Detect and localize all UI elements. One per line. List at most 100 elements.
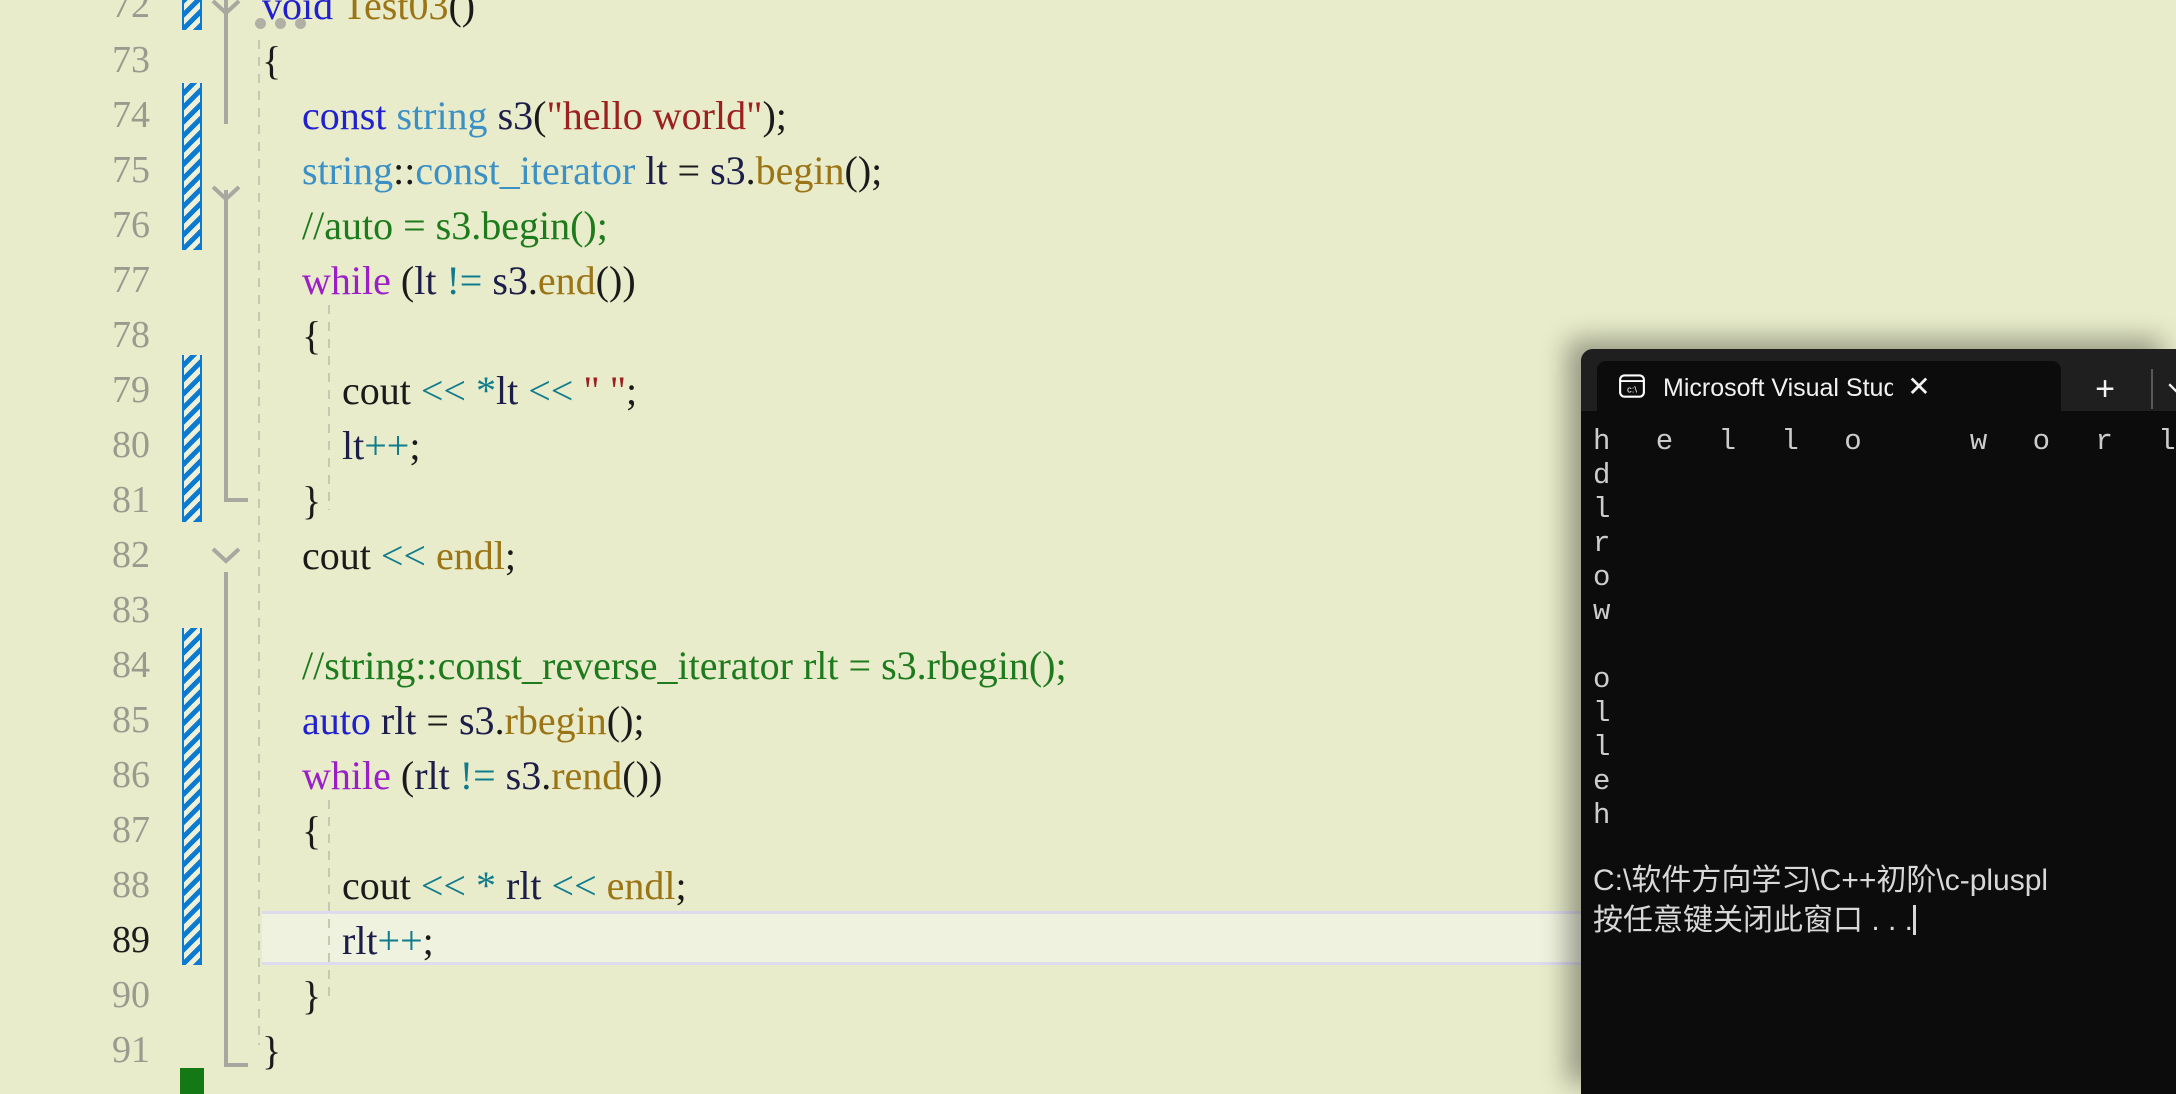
terminal-output-line: o: [1593, 663, 1625, 696]
code-text[interactable]: {: [262, 33, 281, 88]
token-id: rlt: [414, 753, 460, 798]
terminal-output-line: o: [1593, 561, 1625, 594]
line-number-87: 87: [112, 809, 150, 851]
token-id: s3: [482, 258, 528, 303]
code-line-72[interactable]: 72 void Test03(): [0, 0, 2176, 33]
token-pl: ()): [622, 753, 663, 798]
terminal-tab[interactable]: c:\ Microsoft Visual Studio 调试控 ✕: [1597, 361, 2061, 411]
token-op: <<: [420, 863, 466, 908]
code-text[interactable]: }: [262, 473, 321, 528]
token-fn: end: [537, 258, 596, 303]
terminal-output-line: l: [1593, 697, 1625, 730]
token-op: <<: [380, 533, 426, 578]
token-type: const_iterator: [415, 148, 636, 193]
code-text[interactable]: cout << endl;: [262, 528, 516, 583]
token-id: lt: [635, 148, 678, 193]
token-op: !=: [459, 753, 496, 798]
code-line-77[interactable]: 77 while (lt != s3.end()): [0, 253, 2176, 308]
token-op: *: [476, 368, 496, 413]
code-text[interactable]: cout << *lt << " ";: [262, 363, 637, 418]
close-icon[interactable]: ✕: [1899, 366, 1939, 406]
token-pl: }: [262, 973, 322, 1018]
token-op: ++: [364, 423, 410, 468]
terminal-output-line: d: [1593, 459, 1625, 492]
token-pl: (: [390, 258, 415, 303]
line-number-78: 78: [112, 314, 150, 356]
code-text[interactable]: lt++;: [262, 418, 420, 473]
code-line-73[interactable]: 73 {: [0, 33, 2176, 88]
token-id: lt: [496, 368, 519, 413]
line-number-76: 76: [112, 204, 150, 246]
console-icon: c:\: [1617, 371, 1647, 401]
token-kw2: while: [302, 258, 391, 303]
token-id: rlt: [342, 918, 378, 963]
code-text[interactable]: //auto = s3.begin();: [262, 198, 608, 253]
code-text[interactable]: }: [262, 1023, 281, 1078]
token-pl: =: [426, 698, 449, 743]
code-text[interactable]: string::const_iterator lt = s3.begin();: [262, 143, 882, 198]
token-pl: cout: [342, 368, 411, 413]
token-cmt: //auto = s3.begin();: [262, 203, 608, 248]
line-number-91: 91: [112, 1029, 150, 1071]
code-text[interactable]: rlt++;: [262, 913, 434, 968]
terminal-window[interactable]: c:\ Microsoft Visual Studio 调试控 ✕ + h e …: [1581, 349, 2176, 1094]
line-number-72: 72: [112, 0, 150, 26]
code-line-76[interactable]: 76 //auto = s3.begin();: [0, 198, 2176, 253]
code-text[interactable]: }: [262, 968, 321, 1023]
terminal-output-line: l: [1593, 493, 1625, 526]
token-pl: {: [262, 313, 322, 358]
code-text[interactable]: {: [262, 308, 321, 363]
token-type: string: [302, 148, 394, 193]
line-number-83: 83: [112, 589, 150, 631]
terminal-spacer: [1593, 833, 2176, 861]
token-fn: rbegin: [504, 698, 607, 743]
terminal-tab-title: Microsoft Visual Studio 调试控: [1663, 374, 1893, 402]
new-tab-button[interactable]: +: [2077, 367, 2133, 411]
code-text[interactable]: const string s3("hello world");: [262, 88, 787, 143]
code-text[interactable]: auto rlt = s3.rbegin();: [262, 693, 645, 748]
code-text[interactable]: while (rlt != s3.rend()): [262, 748, 662, 803]
line-number-77: 77: [112, 259, 150, 301]
code-text[interactable]: {: [262, 803, 321, 858]
code-line-74[interactable]: 74 const string s3("hello world");: [0, 88, 2176, 143]
token-pl: }: [262, 1028, 282, 1073]
line-number-79: 79: [112, 369, 150, 411]
line-number-80: 80: [112, 424, 150, 466]
token-pl: (: [390, 753, 415, 798]
code-line-75[interactable]: 75 string::const_iterator lt = s3.begin(…: [0, 143, 2176, 198]
token-pl: .: [745, 148, 756, 193]
line-number-73: 73: [112, 39, 150, 81]
line-number-75: 75: [112, 149, 150, 191]
terminal-titlebar[interactable]: c:\ Microsoft Visual Studio 调试控 ✕ +: [1581, 349, 2176, 411]
line-number-85: 85: [112, 699, 150, 741]
chevron-down-icon[interactable]: [2163, 371, 2176, 405]
terminal-output[interactable]: h e l l o w o r l ddlrowollehC:\软件方向学习\C…: [1581, 411, 2176, 1094]
token-pl: .: [527, 258, 538, 303]
token-id: lt: [342, 423, 365, 468]
token-id: s3: [497, 93, 534, 138]
token-pl: (: [533, 93, 547, 138]
quick-actions-icon[interactable]: [255, 18, 307, 32]
token-pl: ();: [844, 148, 883, 193]
token-kw2: while: [302, 753, 391, 798]
token-op: <<: [551, 863, 597, 908]
screen: 72 void Test03() 73 {74 const string s3("he…: [0, 0, 2176, 1094]
code-text[interactable]: cout << * rlt << endl;: [262, 858, 687, 913]
token-fn: begin: [755, 148, 845, 193]
terminal-path-line: C:\软件方向学习\C++初阶\c-pluspl: [1593, 864, 2049, 897]
token-pl: cout: [342, 863, 411, 908]
code-text[interactable]: //string::const_reverse_iterator rlt = s…: [262, 638, 1067, 693]
code-text[interactable]: while (lt != s3.end()): [262, 253, 636, 308]
